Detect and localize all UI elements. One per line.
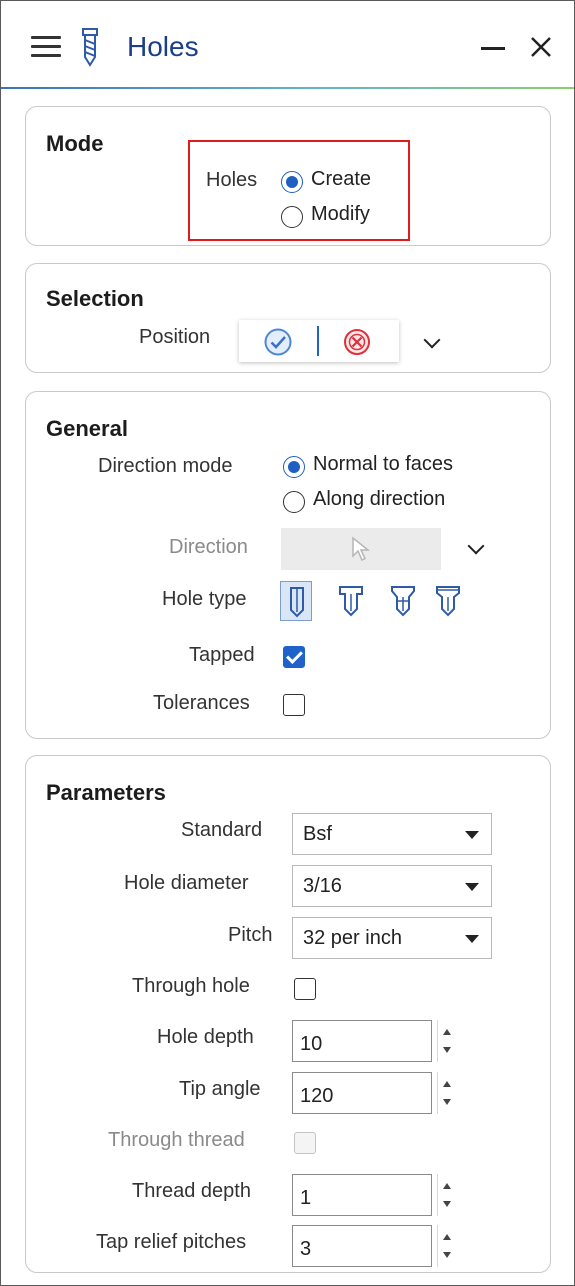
direction-label: Direction (169, 536, 248, 558)
hole-depth-value: 10 (300, 1033, 323, 1055)
tap-relief-pitches-value: 3 (300, 1238, 312, 1260)
position-buttons-separator (317, 326, 319, 356)
hole-depth-spinner[interactable]: 10 (292, 1020, 457, 1062)
panel-title: Holes (127, 31, 199, 62)
thread-depth-input[interactable]: 1 (292, 1174, 432, 1216)
spin-up-icon[interactable] (443, 1234, 451, 1240)
counterdrill-hole-icon[interactable] (432, 581, 464, 621)
general-heading: General (46, 416, 128, 441)
mode-heading: Mode (46, 131, 104, 156)
along-direction-label[interactable]: Along direction (313, 488, 445, 511)
thread-depth-spinner[interactable]: 1 (292, 1174, 457, 1216)
title-accent-line (1, 87, 574, 89)
close-icon[interactable] (529, 35, 553, 59)
tip-angle-input[interactable]: 120 (292, 1072, 432, 1114)
thread-depth-label: Thread depth (132, 1180, 251, 1202)
tap-relief-pitches-stepper[interactable] (437, 1225, 457, 1267)
normal-to-faces-radio[interactable] (283, 456, 305, 478)
hamburger-menu-icon[interactable] (31, 36, 61, 58)
parameters-heading: Parameters (46, 780, 166, 805)
spin-down-icon[interactable] (443, 1201, 451, 1207)
tapped-label: Tapped (189, 644, 255, 666)
direction-selector[interactable] (281, 528, 441, 570)
hole-diameter-label: Hole diameter (124, 872, 249, 894)
tip-angle-stepper[interactable] (437, 1072, 457, 1114)
thread-depth-value: 1 (300, 1187, 312, 1209)
spin-down-icon[interactable] (443, 1099, 451, 1105)
spin-down-icon[interactable] (443, 1047, 451, 1053)
hole-diameter-value: 3/16 (303, 875, 342, 897)
position-buttons (239, 320, 399, 362)
title-bar: Holes (1, 1, 574, 89)
hole-type-label: Hole type (162, 588, 247, 610)
tip-angle-value: 120 (300, 1085, 334, 1107)
thread-depth-stepper[interactable] (437, 1174, 457, 1216)
spin-up-icon[interactable] (443, 1183, 451, 1189)
direction-mode-label: Direction mode (98, 455, 233, 477)
mode-highlight-box (188, 140, 410, 241)
spin-up-icon[interactable] (443, 1081, 451, 1087)
tap-relief-pitches-spinner[interactable]: 3 (292, 1225, 457, 1267)
tip-angle-spinner[interactable]: 120 (292, 1072, 457, 1114)
spin-down-icon[interactable] (443, 1252, 451, 1258)
tap-relief-pitches-input[interactable]: 3 (292, 1225, 432, 1267)
through-hole-checkbox[interactable] (294, 978, 316, 1000)
pitch-select[interactable]: 32 per inch (292, 917, 492, 959)
pitch-value: 32 per inch (303, 927, 402, 949)
normal-to-faces-label[interactable]: Normal to faces (313, 453, 453, 476)
pitch-label: Pitch (228, 924, 273, 946)
through-thread-checkbox (294, 1132, 316, 1154)
standard-value: Bsf (303, 823, 332, 845)
standard-label: Standard (181, 819, 263, 841)
tolerances-label: Tolerances (153, 692, 250, 714)
tip-angle-label: Tip angle (179, 1078, 261, 1100)
holes-panel: Holes Mode Holes Create Modify Selection… (0, 0, 575, 1286)
position-label: Position (139, 326, 211, 348)
hole-depth-label: Hole depth (157, 1026, 254, 1048)
hole-depth-stepper[interactable] (437, 1020, 457, 1062)
selection-heading: Selection (46, 286, 144, 311)
clear-x-circle-icon[interactable] (342, 327, 372, 357)
minimize-icon[interactable] (481, 47, 505, 50)
spin-up-icon[interactable] (443, 1029, 451, 1035)
tolerances-checkbox[interactable] (283, 694, 305, 716)
standard-select[interactable]: Bsf (292, 813, 492, 855)
tapped-checkbox[interactable] (283, 646, 305, 668)
simple-hole-icon[interactable] (280, 581, 312, 621)
standard-dropdown-icon (465, 831, 479, 839)
hole-diameter-select[interactable]: 3/16 (292, 865, 492, 907)
tap-relief-pitches-label: Tap relief pitches (96, 1231, 247, 1253)
drill-icon (82, 28, 98, 67)
cursor-arrow-icon (352, 536, 371, 562)
through-hole-label: Through hole (132, 975, 250, 997)
hole-diameter-dropdown-icon (465, 883, 479, 891)
checkmark-circle-icon[interactable] (263, 327, 293, 357)
counterbore-hole-icon[interactable] (335, 581, 367, 621)
countersink-hole-icon[interactable] (387, 581, 419, 621)
along-direction-radio[interactable] (283, 491, 305, 513)
through-thread-label: Through thread (108, 1129, 245, 1151)
pitch-dropdown-icon (465, 935, 479, 943)
hole-depth-input[interactable]: 10 (292, 1020, 432, 1062)
